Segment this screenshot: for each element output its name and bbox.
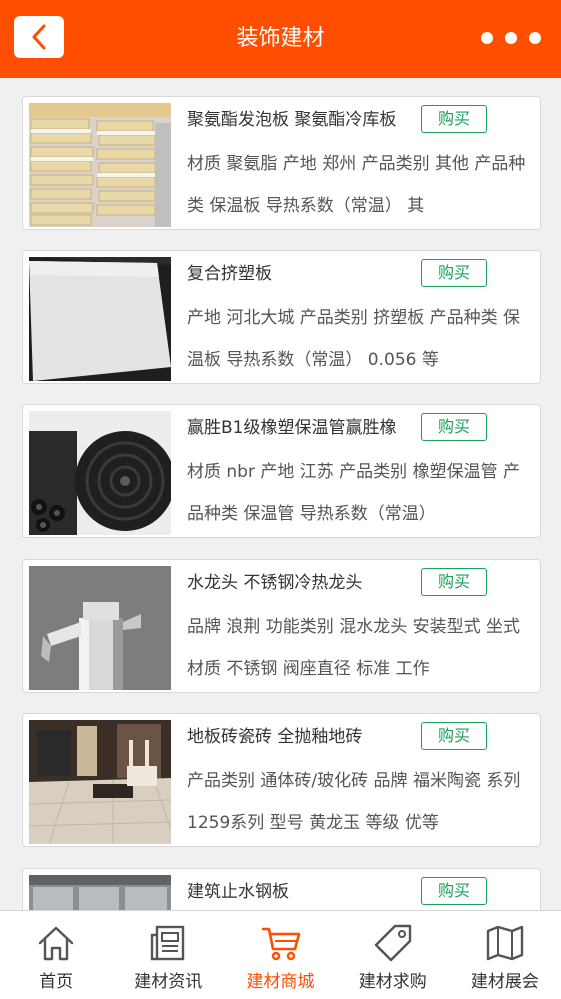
more-dot-icon	[481, 32, 493, 44]
buy-button[interactable]: 购买	[421, 722, 487, 750]
buy-button[interactable]: 购买	[421, 259, 487, 287]
product-card[interactable]: 建筑止水钢板 购买	[22, 868, 541, 910]
product-title[interactable]: 赢胜B1级橡塑保温管赢胜橡	[187, 413, 419, 443]
news-icon	[151, 925, 185, 961]
product-description: 产地 河北大城 产品类别 挤塑板 产品种类 保温板 导热系数（常温） 0.056…	[187, 308, 521, 370]
product-list[interactable]: 聚氨酯发泡板 聚氨酯冷库板 购买 材质 聚氨脂 产地 郑州 产品类别 其他 产品…	[0, 78, 561, 910]
product-card[interactable]: 水龙头 不锈钢冷热龙头 购买 品牌 浪荆 功能类别 混水龙头 安装型式 坐式 材…	[22, 559, 541, 693]
product-image-rubber-insulation[interactable]	[29, 411, 171, 535]
cart-icon	[261, 927, 300, 961]
product-card[interactable]: 聚氨酯发泡板 聚氨酯冷库板 购买 材质 聚氨脂 产地 郑州 产品类别 其他 产品…	[22, 96, 541, 230]
map-icon	[486, 925, 524, 961]
product-card[interactable]: 赢胜B1级橡塑保温管赢胜橡 购买 材质 nbr 产地 江苏 产品类别 橡塑保温管…	[22, 404, 541, 538]
tab-label: 首页	[39, 972, 74, 992]
buy-button[interactable]: 购买	[421, 413, 487, 441]
bottom-tab-bar: 首页 建材资讯 建材商城 建材求购 建材展会	[0, 910, 561, 999]
product-image-steel-plate[interactable]	[29, 875, 171, 910]
tab-label: 建材求购	[358, 972, 427, 992]
tab-home[interactable]: 首页	[0, 911, 112, 999]
product-image-faucet[interactable]	[29, 566, 171, 690]
buy-button[interactable]: 购买	[421, 568, 487, 596]
product-image-floor-tile[interactable]	[29, 720, 171, 844]
tab-label: 建材资讯	[134, 972, 203, 992]
home-icon	[38, 926, 74, 961]
more-dot-icon	[529, 32, 541, 44]
tab-news[interactable]: 建材资讯	[112, 911, 224, 999]
page-title: 装饰建材	[236, 26, 325, 51]
buy-button[interactable]: 购买	[421, 877, 487, 905]
product-description: 产品类别 通体砖/玻化砖 品牌 福米陶瓷 系列 1259系列 型号 黄龙玉 等级…	[187, 771, 521, 833]
tab-exhibition[interactable]: 建材展会	[449, 911, 561, 999]
tab-label: 建材商城	[246, 972, 315, 992]
tab-label: 建材展会	[470, 972, 539, 992]
product-card[interactable]: 复合挤塑板 购买 产地 河北大城 产品类别 挤塑板 产品种类 保温板 导热系数（…	[22, 250, 541, 384]
tag-icon	[374, 924, 411, 962]
more-menu-button[interactable]	[481, 26, 541, 50]
product-title[interactable]: 聚氨酯发泡板 聚氨酯冷库板	[187, 105, 419, 135]
more-dot-icon	[505, 32, 517, 44]
product-description: 品牌 浪荆 功能类别 混水龙头 安装型式 坐式 材质 不锈钢 阀座直径 标准 工…	[187, 617, 521, 679]
buy-button[interactable]: 购买	[421, 105, 487, 133]
product-description: 材质 nbr 产地 江苏 产品类别 橡塑保温管 产品种类 保温管 导热系数（常温…	[187, 462, 520, 524]
tab-mall[interactable]: 建材商城	[224, 911, 336, 999]
product-title[interactable]: 水龙头 不锈钢冷热龙头	[187, 568, 419, 598]
product-card[interactable]: 地板砖瓷砖 全抛釉地砖 购买 产品类别 通体砖/玻化砖 品牌 福米陶瓷 系列 1…	[22, 713, 541, 847]
product-title[interactable]: 复合挤塑板	[187, 259, 419, 289]
product-description: 材质 聚氨脂 产地 郑州 产品类别 其他 产品种类 保温板 导热系数（常温） 其	[187, 154, 526, 216]
product-image-foam-board[interactable]	[29, 103, 171, 227]
product-title[interactable]: 地板砖瓷砖 全抛釉地砖	[187, 722, 419, 752]
tab-purchase[interactable]: 建材求购	[337, 911, 449, 999]
product-title[interactable]: 建筑止水钢板	[187, 877, 419, 907]
product-image-xps-board[interactable]	[29, 257, 171, 381]
top-navbar: 装饰建材	[0, 0, 561, 78]
